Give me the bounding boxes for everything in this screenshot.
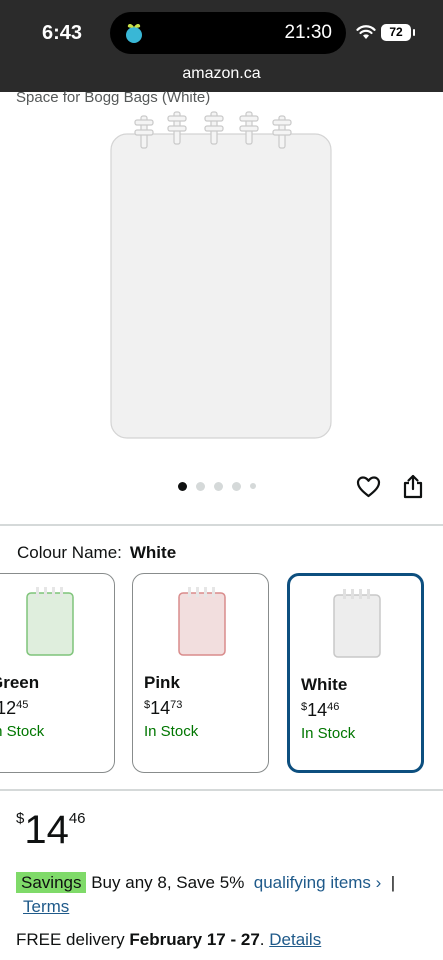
price-fraction: 46 bbox=[68, 810, 86, 827]
variant-name: Pink bbox=[144, 673, 180, 692]
image-carousel-dots[interactable] bbox=[178, 481, 256, 491]
savings-badge: Savings bbox=[16, 872, 87, 893]
variant-card-white[interactable]: White $1446 In Stock bbox=[287, 573, 424, 773]
selected-colour: White bbox=[129, 543, 177, 562]
share-icon[interactable] bbox=[402, 474, 424, 499]
variant-stock: In Stock bbox=[301, 725, 356, 742]
variant-thumbnail bbox=[333, 589, 381, 658]
carousel-dot[interactable] bbox=[232, 481, 241, 491]
variant-card-pink[interactable]: Pink $1473 In Stock bbox=[132, 573, 269, 773]
price-whole: 14 bbox=[24, 808, 69, 852]
product-image[interactable] bbox=[107, 108, 335, 442]
app-icon bbox=[126, 23, 142, 43]
carousel-dot[interactable] bbox=[196, 481, 205, 491]
promo-text: Buy any 8, Save 5% bbox=[91, 873, 245, 892]
address-bar-url[interactable]: amazon.ca bbox=[0, 65, 443, 83]
promo-separator: | bbox=[390, 873, 396, 892]
delivery-details-link[interactable]: Details bbox=[269, 930, 321, 949]
carousel-dot[interactable] bbox=[250, 483, 256, 489]
terms-link[interactable]: Terms bbox=[23, 897, 69, 917]
delivery-info: FREE delivery February 17 - 27. Details bbox=[16, 930, 321, 950]
variant-price: $1473 bbox=[144, 698, 183, 718]
status-bar: 6:43 21:30 72 amazon.ca bbox=[0, 0, 443, 92]
status-time: 6:43 bbox=[42, 22, 83, 44]
savings-promo: Savings Buy any 8, Save 5% qualifying it… bbox=[16, 872, 396, 893]
product-price: $1446 bbox=[16, 808, 86, 853]
section-divider bbox=[0, 524, 443, 526]
variant-stock: In Stock bbox=[144, 723, 199, 740]
variant-name: White bbox=[301, 675, 348, 694]
variant-price: $1245 bbox=[0, 698, 29, 718]
dynamic-island: 21:30 bbox=[110, 12, 346, 54]
variant-stock: In Stock bbox=[0, 723, 45, 740]
variant-name: Green bbox=[0, 673, 40, 692]
variant-thumbnail bbox=[178, 587, 226, 656]
delivery-prefix: FREE delivery bbox=[16, 930, 125, 949]
carousel-dot[interactable] bbox=[214, 481, 223, 491]
colour-label: Colour Name: bbox=[17, 543, 122, 562]
section-divider bbox=[0, 789, 443, 791]
variant-card-green[interactable]: Green $1245 In Stock bbox=[0, 573, 115, 773]
qualifying-items-link[interactable]: qualifying items bbox=[254, 873, 371, 892]
variant-price: $1446 bbox=[301, 700, 340, 720]
chevron-right-icon: › bbox=[375, 873, 382, 892]
island-time: 21:30 bbox=[284, 22, 332, 43]
heart-icon[interactable] bbox=[356, 475, 381, 499]
carousel-dot[interactable] bbox=[178, 481, 187, 491]
battery-indicator: 72 bbox=[381, 24, 415, 41]
delivery-punct: . bbox=[259, 930, 265, 949]
product-title: Space for Bogg Bags (White) bbox=[16, 89, 211, 106]
colour-selector-label: Colour Name: White bbox=[17, 543, 176, 563]
wifi-icon bbox=[356, 25, 376, 39]
variant-thumbnail bbox=[26, 587, 74, 656]
delivery-dates: February 17 - 27 bbox=[129, 930, 260, 949]
